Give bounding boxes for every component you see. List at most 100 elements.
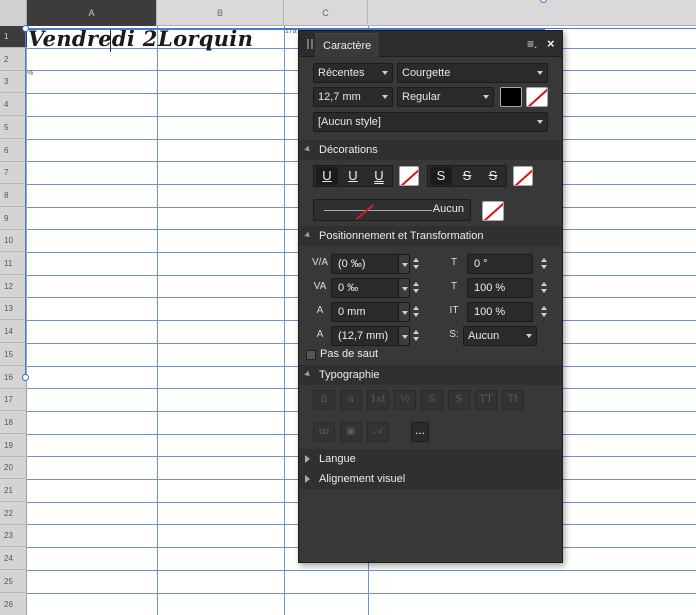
baseline-dropdown-button[interactable] bbox=[398, 302, 410, 322]
leading-dropdown-button[interactable] bbox=[398, 326, 410, 346]
baseline-field[interactable]: 0 mm bbox=[331, 302, 399, 322]
kerning-field[interactable]: 0 ‰ bbox=[331, 278, 399, 298]
baseline-spinner[interactable] bbox=[411, 302, 421, 322]
leading-field[interactable]: (12,7 mm) bbox=[331, 326, 399, 346]
cell-a1-text[interactable]: Vendredi 2 bbox=[28, 26, 158, 54]
row-header-3[interactable]: 3 bbox=[0, 71, 27, 94]
underline-double-button[interactable]: U bbox=[342, 167, 364, 185]
line-preview bbox=[324, 210, 432, 211]
font-style-dropdown[interactable]: Regular bbox=[397, 87, 494, 107]
leading-spinner[interactable] bbox=[411, 326, 421, 346]
section-decorations[interactable]: Décorations bbox=[299, 140, 562, 160]
strike-double-button[interactable]: S bbox=[482, 167, 504, 185]
section-language[interactable]: Langue bbox=[299, 449, 562, 469]
underline-single-button[interactable]: U bbox=[316, 167, 338, 185]
row-header-24[interactable]: 24 bbox=[0, 548, 27, 571]
row-header-26[interactable]: 26 bbox=[0, 594, 27, 615]
typography-option-button[interactable]: Tt bbox=[502, 390, 524, 410]
tracking-field[interactable]: (0 ‰) bbox=[331, 254, 399, 274]
font-size-value: 12,7 mm bbox=[318, 91, 361, 103]
tracking-dropdown-button[interactable] bbox=[398, 254, 410, 274]
character-style-dropdown[interactable]: [Aucun style] bbox=[313, 112, 548, 132]
underline-color-swatch[interactable] bbox=[399, 166, 419, 186]
expand-triangle-icon bbox=[305, 455, 310, 463]
row-header-4[interactable]: 4 bbox=[0, 94, 27, 117]
position-dropdown[interactable]: Aucun bbox=[463, 326, 537, 346]
panel-titlebar[interactable]: Caractère ≡. × bbox=[299, 31, 562, 57]
collapse-triangle-icon bbox=[304, 231, 312, 240]
line-color-swatch[interactable] bbox=[482, 201, 504, 221]
selection-handle-left[interactable] bbox=[22, 374, 29, 381]
row-header-18[interactable]: 18 bbox=[0, 412, 27, 434]
highlight-color-swatch[interactable] bbox=[526, 87, 548, 107]
strike-color-swatch[interactable] bbox=[513, 166, 533, 186]
row-header-7[interactable]: 7 bbox=[0, 162, 27, 185]
kerning-spinner[interactable] bbox=[411, 278, 421, 298]
row-header-6[interactable]: 6 bbox=[0, 140, 27, 162]
row-header-2[interactable]: 2 bbox=[0, 49, 27, 71]
tracking-spinner[interactable] bbox=[411, 254, 421, 274]
strike-single-button[interactable]: S bbox=[456, 167, 478, 185]
column-header-b[interactable]: B bbox=[157, 0, 284, 26]
drag-grip-icon[interactable] bbox=[307, 39, 313, 49]
row-header-23[interactable]: 23 bbox=[0, 525, 27, 548]
selection-handle-top-left[interactable] bbox=[22, 25, 29, 32]
row-header-20[interactable]: 20 bbox=[0, 457, 27, 480]
close-icon[interactable]: × bbox=[547, 36, 555, 51]
row-header-15[interactable]: 15 bbox=[0, 344, 27, 366]
panel-menu-icon[interactable]: ≡. bbox=[527, 37, 537, 51]
kerning-dropdown-button[interactable] bbox=[398, 278, 410, 298]
row-header-22[interactable]: 22 bbox=[0, 503, 27, 525]
section-visual-alignment[interactable]: Alignement visuel bbox=[299, 469, 562, 489]
sheet-corner[interactable] bbox=[0, 0, 27, 26]
shear-spinner[interactable] bbox=[539, 254, 549, 274]
section-typography[interactable]: Typographie bbox=[299, 365, 562, 385]
typography-option-button[interactable]: a bbox=[340, 390, 362, 410]
section-positioning[interactable]: Positionnement et Transformation bbox=[299, 226, 562, 246]
vertical-scale-spinner[interactable] bbox=[539, 302, 549, 322]
line-style-picker[interactable]: Aucun bbox=[313, 199, 471, 221]
typography-alt-button[interactable]: ▣ bbox=[340, 422, 362, 442]
horizontal-scale-spinner[interactable] bbox=[539, 278, 549, 298]
row-header-9[interactable]: 9 bbox=[0, 208, 27, 230]
typography-option-button[interactable]: ½ bbox=[394, 390, 416, 410]
overflow-marker: % bbox=[27, 70, 34, 77]
row-header-25[interactable]: 25 bbox=[0, 571, 27, 593]
row-header-11[interactable]: 11 bbox=[0, 253, 27, 275]
column-header-a[interactable]: A bbox=[27, 0, 157, 26]
strike-none-button[interactable]: S bbox=[430, 167, 452, 185]
font-style-value: Regular bbox=[402, 91, 441, 103]
no-break-checkbox[interactable] bbox=[306, 350, 316, 360]
row-header-10[interactable]: 10 bbox=[0, 230, 27, 253]
typography-alt-button[interactable]: ꝏ bbox=[313, 422, 335, 442]
row-header-12[interactable]: 12 bbox=[0, 276, 27, 298]
font-size-dropdown[interactable]: 12,7 mm bbox=[313, 87, 393, 107]
more-typography-button[interactable]: ... bbox=[411, 422, 429, 442]
typography-option-button[interactable]: fi bbox=[313, 390, 335, 410]
typography-option-button[interactable]: 1st bbox=[367, 390, 389, 410]
row-header-21[interactable]: 21 bbox=[0, 480, 27, 502]
shear-field[interactable]: 0 ° bbox=[467, 254, 533, 274]
row-header-8[interactable]: 8 bbox=[0, 185, 27, 207]
typography-option-button[interactable]: TT bbox=[475, 390, 497, 410]
font-family-dropdown[interactable]: Courgette bbox=[397, 63, 548, 83]
typography-alt-button[interactable]: 𝒜 bbox=[367, 422, 389, 442]
font-collection-dropdown[interactable]: Récentes bbox=[313, 63, 393, 83]
column-header-bar: A B C bbox=[0, 0, 696, 26]
typography-option-button[interactable]: S bbox=[448, 390, 470, 410]
row-header-19[interactable]: 19 bbox=[0, 435, 27, 457]
row-header-17[interactable]: 17 bbox=[0, 389, 27, 412]
tab-character[interactable]: Caractère bbox=[315, 33, 380, 57]
character-panel: Caractère ≡. × Récentes Courgette 12,7 m… bbox=[298, 30, 563, 563]
column-header-c[interactable]: C bbox=[284, 0, 368, 26]
row-header-5[interactable]: 5 bbox=[0, 117, 27, 139]
cell-b1-text[interactable]: Lorquin bbox=[158, 26, 253, 54]
row-header-14[interactable]: 14 bbox=[0, 321, 27, 344]
typography-option-button[interactable]: S bbox=[421, 390, 443, 410]
text-color-swatch[interactable] bbox=[500, 87, 522, 107]
row-header-column: 1 2 3 4 5 6 7 8 9 10 11 12 13 14 15 16 17 18 19 20 21 22 23 24 2… bbox=[0, 26, 27, 615]
underline-alt-button[interactable]: U bbox=[368, 167, 390, 185]
vertical-scale-field[interactable]: 100 % bbox=[467, 302, 533, 322]
row-header-13[interactable]: 13 bbox=[0, 298, 27, 321]
horizontal-scale-field[interactable]: 100 % bbox=[467, 278, 533, 298]
